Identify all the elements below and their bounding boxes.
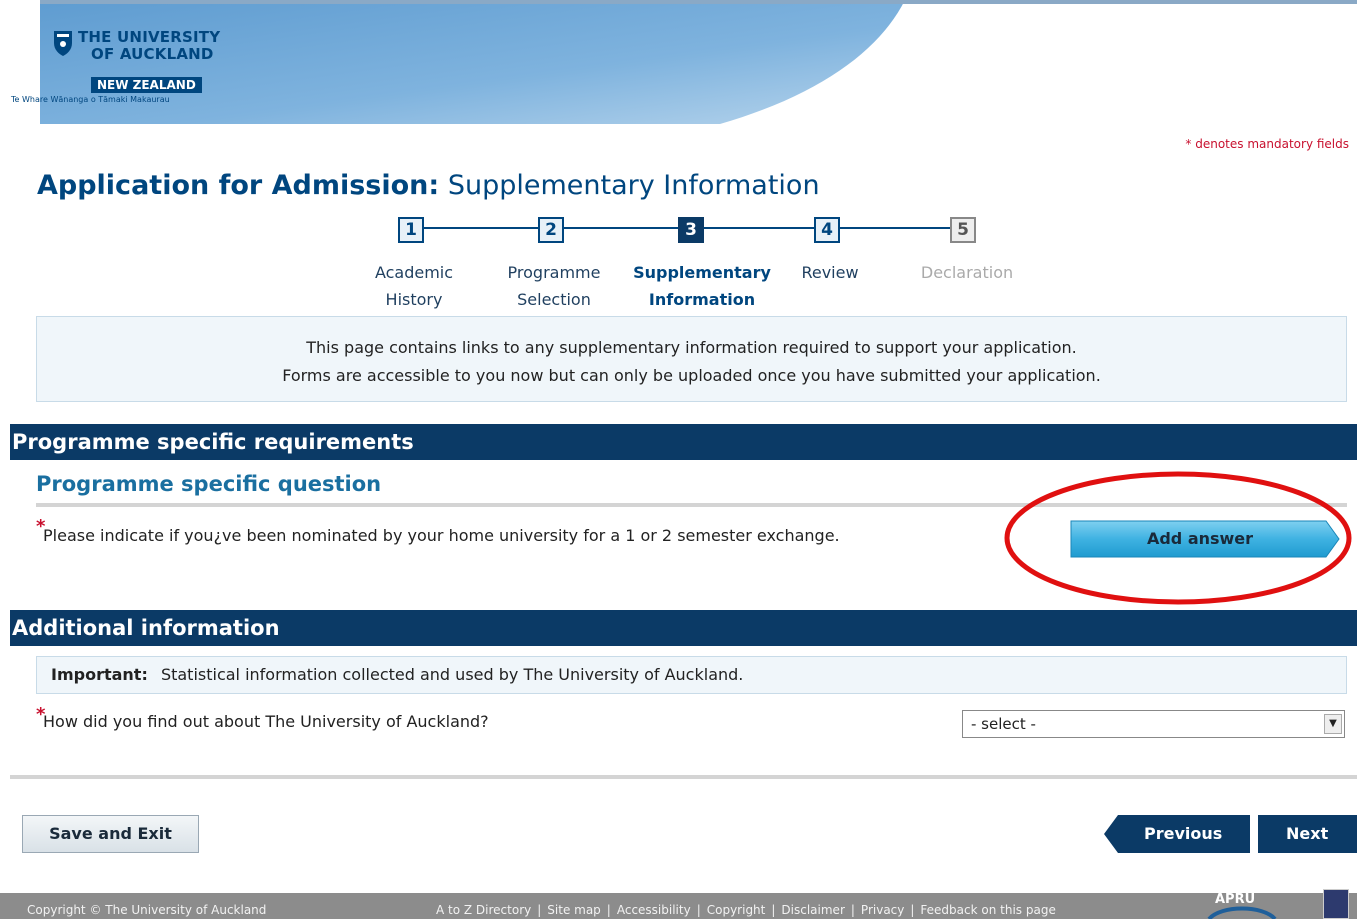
step-2-label-line1: Programme <box>507 263 601 282</box>
section-additional-information: Additional information <box>10 610 1357 646</box>
step-2-label[interactable]: Programme Selection <box>492 259 616 313</box>
step-2-number[interactable]: 2 <box>538 217 564 243</box>
step-4-label-line1: Review <box>801 263 859 282</box>
footer-copyright: Copyright © The University of Auckland <box>27 903 267 917</box>
previous-button[interactable]: Previous <box>1104 815 1250 853</box>
step-3-number: 3 <box>678 217 704 243</box>
step-1-label-line2: History <box>385 290 443 309</box>
next-button[interactable]: Next <box>1258 815 1357 853</box>
footer-link-disclaimer[interactable]: Disclaimer <box>781 903 844 917</box>
important-label: Important: <box>51 665 148 684</box>
footer-link-privacy[interactable]: Privacy <box>861 903 904 917</box>
info-line-2: Forms are accessible to you now but can … <box>282 366 1101 385</box>
footer-link-site-map[interactable]: Site map <box>547 903 601 917</box>
page-title-bold: Application for Admission: <box>37 170 440 201</box>
logo-line-2: OF AUCKLAND <box>91 45 214 63</box>
step-1-label[interactable]: Academic History <box>352 259 476 313</box>
footer-link-accessibility[interactable]: Accessibility <box>617 903 691 917</box>
university-logo[interactable]: THE UNIVERSITY OF AUCKLAND NEW ZEALAND T… <box>11 27 257 111</box>
footer-link-a-to-z[interactable]: A to Z Directory <box>436 903 531 917</box>
add-answer-label: Add answer <box>1146 529 1254 548</box>
programme-question-text: Please indicate if you¿ve been nominated… <box>43 526 840 545</box>
how-did-you-find-out-label: How did you find out about The Universit… <box>43 712 489 731</box>
step-1-number[interactable]: 1 <box>398 217 424 243</box>
divider <box>10 775 1357 779</box>
info-line-1: This page contains links to any suppleme… <box>306 338 1077 357</box>
page-title: Application for Admission: Supplementary… <box>37 170 820 201</box>
footer-link-feedback[interactable]: Feedback on this page <box>920 903 1055 917</box>
select-value: - select - <box>971 715 1036 733</box>
previous-label: Previous <box>1144 824 1223 843</box>
step-5-label: Declaration <box>904 259 1030 286</box>
programme-question-heading: Programme specific question <box>36 472 382 496</box>
step-4-number[interactable]: 4 <box>814 217 840 243</box>
how-did-you-find-out-select[interactable]: - select - ▼ <box>962 710 1345 738</box>
apru-text: APRU <box>1215 892 1256 907</box>
step-connector <box>562 227 678 229</box>
page-title-rest: Supplementary Information <box>447 170 820 201</box>
progress-steps: 1 2 3 4 5 Academic History Programme Sel… <box>0 215 1357 310</box>
apru-logo[interactable]: APRU <box>1205 887 1279 919</box>
step-4-label[interactable]: Review <box>782 259 878 286</box>
logo-line-1: THE UNIVERSITY <box>78 28 221 46</box>
add-answer-button[interactable]: Add answer <box>1070 520 1340 558</box>
important-text: Statistical information collected and us… <box>160 665 744 684</box>
section-programme-requirements: Programme specific requirements <box>10 424 1357 460</box>
crest-icon <box>54 31 72 56</box>
footer-link-copyright[interactable]: Copyright <box>707 903 766 917</box>
mandatory-fields-note: * denotes mandatory fields <box>1185 137 1349 151</box>
important-notice: Important: Statistical information colle… <box>36 656 1347 694</box>
step-connector <box>702 227 814 229</box>
site-footer: Copyright © The University of Auckland A… <box>0 889 1357 919</box>
info-message: This page contains links to any suppleme… <box>36 316 1347 402</box>
step-1-label-line1: Academic <box>374 263 454 282</box>
partner-badge-icon[interactable] <box>1323 889 1349 919</box>
next-label: Next <box>1286 824 1329 843</box>
step-3-label-line1: Supplementary <box>633 263 771 282</box>
divider <box>36 503 1347 507</box>
footer-links: A to Z Directory | Site map | Accessibility |… <box>436 903 1056 917</box>
step-5-label-line1: Declaration <box>920 263 1014 282</box>
step-3-label: Supplementary Information <box>622 259 782 313</box>
logo-maori-name: Te Whare Wānanga o Tāmaki Makaurau <box>11 95 170 104</box>
step-connector <box>838 227 950 229</box>
site-header: THE UNIVERSITY OF AUCKLAND NEW ZEALAND T… <box>0 0 1357 124</box>
step-5-number: 5 <box>950 217 976 243</box>
step-2-label-line2: Selection <box>517 290 591 309</box>
logo-country: NEW ZEALAND <box>91 77 202 93</box>
step-3-label-line2: Information <box>648 290 756 309</box>
step-connector <box>422 227 538 229</box>
chevron-down-icon[interactable]: ▼ <box>1324 714 1342 734</box>
save-and-exit-button[interactable]: Save and Exit <box>22 815 199 853</box>
